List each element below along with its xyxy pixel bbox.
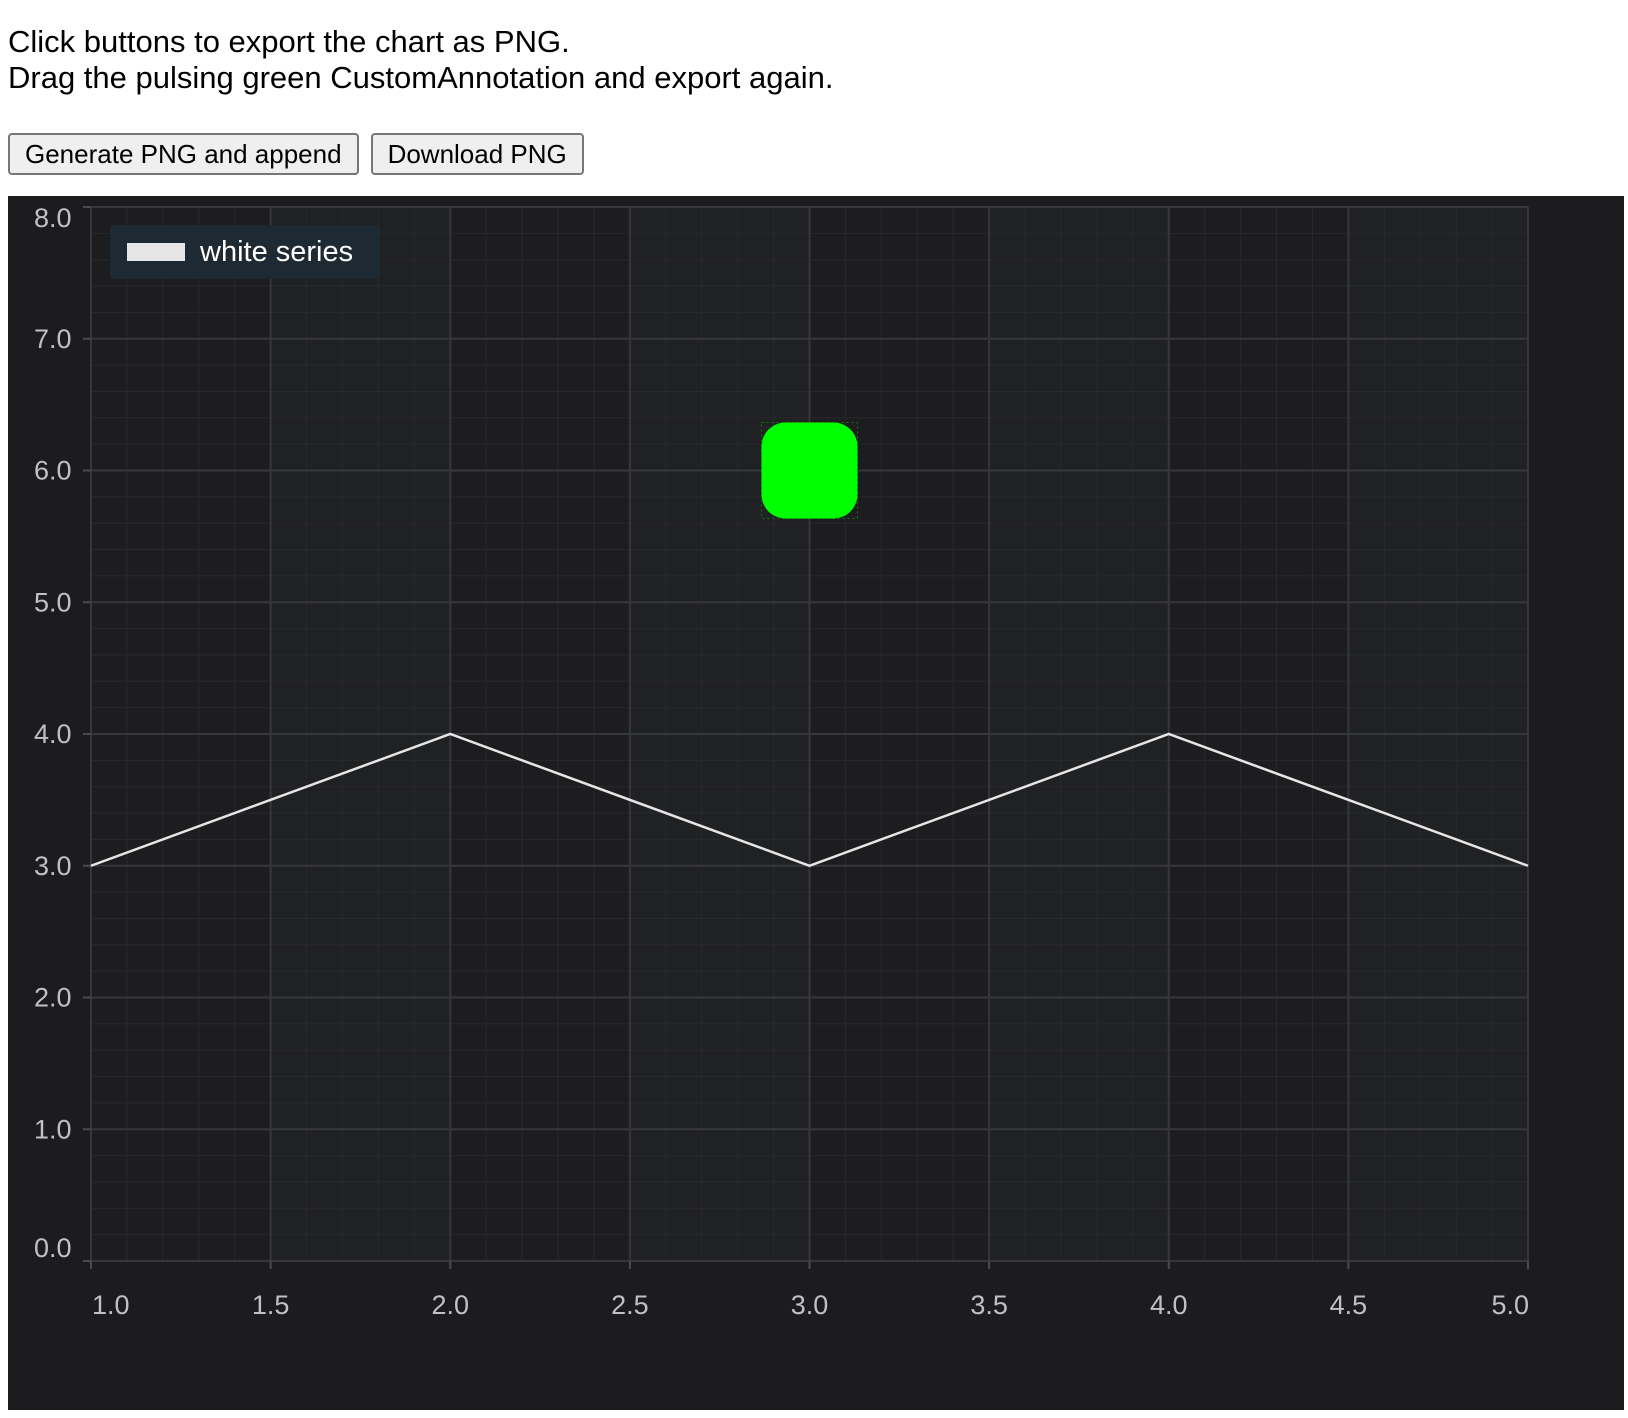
x-tick-label: 1.5 [252, 1290, 290, 1320]
legend-swatch [127, 243, 185, 261]
x-tick-label: 1.0 [92, 1290, 130, 1320]
y-tick-label: 3.0 [34, 851, 72, 881]
instructions: Click buttons to export the chart as PNG… [8, 24, 833, 96]
x-tick-label: 2.0 [431, 1290, 469, 1320]
download-png-button[interactable]: Download PNG [370, 133, 584, 175]
y-tick-label: 8.0 [34, 203, 72, 233]
legend-label: white series [199, 236, 353, 268]
y-tick-label: 1.0 [34, 1114, 72, 1144]
x-tick-label: 3.0 [791, 1290, 829, 1320]
y-tick-label: 7.0 [34, 324, 72, 354]
instruction-line-2: Drag the pulsing green CustomAnnotation … [8, 60, 834, 95]
chart-surface[interactable]: 0.0 1.0 2.0 3.0 4.0 5.0 6.0 7.0 8.0 1.0 1.5 2.0 2.5 3… [8, 196, 1624, 1410]
line-chart[interactable]: 0.0 1.0 2.0 3.0 4.0 5.0 6.0 7.0 8.0 1.0 1.5 2.0 2.5 3… [8, 196, 1624, 1410]
generate-png-button[interactable]: Generate PNG and append [8, 133, 359, 175]
x-tick-label: 3.5 [970, 1290, 1008, 1320]
y-tick-label: 4.0 [34, 719, 72, 749]
y-tick-label: 5.0 [34, 587, 72, 617]
instruction-line-1: Click buttons to export the chart as PNG… [8, 24, 570, 59]
x-tick-label: 4.0 [1150, 1290, 1188, 1320]
y-tick-label: 2.0 [34, 983, 72, 1013]
y-tick-label: 0.0 [34, 1233, 72, 1263]
y-tick-label: 6.0 [34, 456, 72, 486]
x-tick-label: 5.0 [1491, 1290, 1529, 1320]
custom-annotation[interactable] [761, 422, 858, 519]
toolbar: Generate PNG and append Download PNG [8, 133, 584, 175]
x-tick-label: 2.5 [611, 1290, 649, 1320]
x-tick-label: 4.5 [1330, 1290, 1368, 1320]
